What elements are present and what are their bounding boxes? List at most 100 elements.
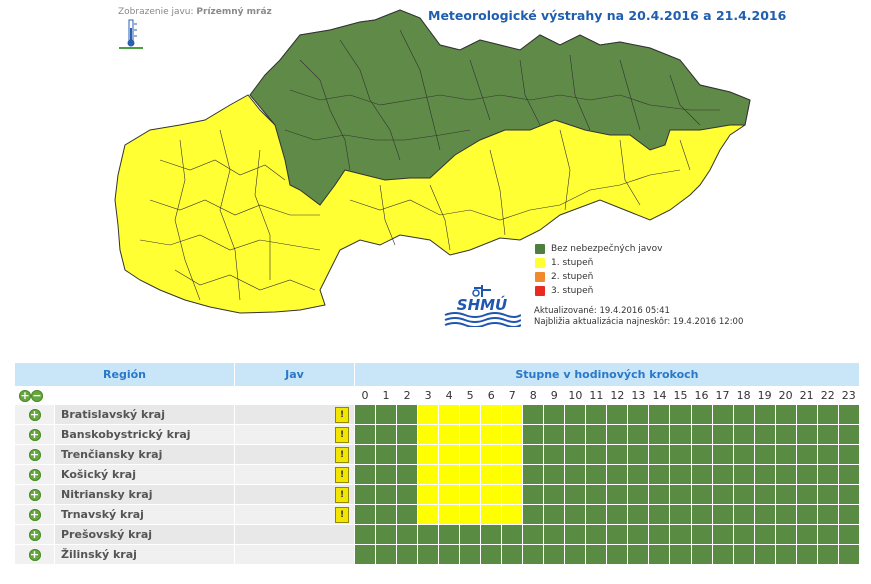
- hour-level-cell[interactable]: [837, 404, 860, 425]
- hour-level-cell[interactable]: [753, 444, 776, 465]
- hour-level-cell[interactable]: [522, 444, 545, 465]
- frost-warning-icon[interactable]: !: [335, 506, 349, 523]
- region-name[interactable]: Trenčiansky kraj: [54, 444, 235, 465]
- hour-level-cell[interactable]: [480, 464, 503, 485]
- hour-level-cell[interactable]: [606, 424, 629, 445]
- hour-level-cell[interactable]: [417, 404, 440, 425]
- region-name[interactable]: Košický kraj: [54, 464, 235, 485]
- hour-level-cell[interactable]: [795, 444, 818, 465]
- hour-level-cell[interactable]: [816, 464, 839, 485]
- hour-level-cell[interactable]: [375, 404, 398, 425]
- hour-level-cell[interactable]: [627, 444, 650, 465]
- hour-level-cell[interactable]: [353, 484, 377, 505]
- hour-level-cell[interactable]: [795, 524, 818, 545]
- hour-level-cell[interactable]: [627, 464, 650, 485]
- expand-row-icon[interactable]: +: [28, 549, 41, 561]
- region-name[interactable]: Banskobystrický kraj: [54, 424, 235, 445]
- hour-level-cell[interactable]: [353, 464, 377, 485]
- hour-level-cell[interactable]: [375, 424, 398, 445]
- hour-level-cell[interactable]: [648, 404, 671, 425]
- hour-level-cell[interactable]: [501, 544, 524, 565]
- hour-level-cell[interactable]: [585, 484, 608, 505]
- hour-level-cell[interactable]: [816, 484, 839, 505]
- hour-level-cell[interactable]: [690, 544, 713, 565]
- hour-level-cell[interactable]: [375, 444, 398, 465]
- hour-level-cell[interactable]: [795, 464, 818, 485]
- expand-all-icon[interactable]: +: [19, 390, 31, 402]
- hour-level-cell[interactable]: [501, 524, 524, 545]
- hour-level-cell[interactable]: [774, 504, 797, 525]
- hour-level-cell[interactable]: [606, 484, 629, 505]
- hour-level-cell[interactable]: [543, 484, 566, 505]
- hour-level-cell[interactable]: [459, 464, 482, 485]
- expand-row-icon[interactable]: +: [28, 509, 41, 521]
- hour-level-cell[interactable]: [711, 504, 734, 525]
- hour-level-cell[interactable]: [795, 484, 818, 505]
- hour-level-cell[interactable]: [396, 484, 419, 505]
- hour-level-cell[interactable]: [564, 464, 587, 485]
- hour-level-cell[interactable]: [480, 404, 503, 425]
- hour-level-cell[interactable]: [501, 444, 524, 465]
- hour-level-cell[interactable]: [795, 544, 818, 565]
- hour-level-cell[interactable]: [732, 504, 755, 525]
- hour-level-cell[interactable]: [816, 404, 839, 425]
- hour-level-cell[interactable]: [585, 424, 608, 445]
- hour-level-cell[interactable]: [627, 424, 650, 445]
- hour-level-cell[interactable]: [585, 404, 608, 425]
- hour-level-cell[interactable]: [353, 504, 377, 525]
- hour-level-cell[interactable]: [837, 524, 860, 545]
- hour-level-cell[interactable]: [669, 424, 692, 445]
- hour-level-cell[interactable]: [690, 404, 713, 425]
- hour-level-cell[interactable]: [480, 504, 503, 525]
- hour-level-cell[interactable]: [732, 484, 755, 505]
- hour-level-cell[interactable]: [816, 424, 839, 445]
- hour-level-cell[interactable]: [795, 404, 818, 425]
- hour-level-cell[interactable]: [396, 444, 419, 465]
- hour-level-cell[interactable]: [774, 544, 797, 565]
- hour-level-cell[interactable]: [585, 464, 608, 485]
- hour-level-cell[interactable]: [732, 424, 755, 445]
- hour-level-cell[interactable]: [585, 444, 608, 465]
- hour-level-cell[interactable]: [627, 524, 650, 545]
- hour-level-cell[interactable]: [522, 484, 545, 505]
- hour-level-cell[interactable]: [501, 484, 524, 505]
- hour-level-cell[interactable]: [585, 544, 608, 565]
- hour-level-cell[interactable]: [732, 524, 755, 545]
- hour-level-cell[interactable]: [648, 484, 671, 505]
- hour-level-cell[interactable]: [753, 404, 776, 425]
- hour-level-cell[interactable]: [837, 444, 860, 465]
- hour-level-cell[interactable]: [669, 404, 692, 425]
- hour-level-cell[interactable]: [753, 424, 776, 445]
- hour-level-cell[interactable]: [774, 404, 797, 425]
- hour-level-cell[interactable]: [627, 484, 650, 505]
- hour-level-cell[interactable]: [690, 484, 713, 505]
- hour-level-cell[interactable]: [543, 424, 566, 445]
- hour-level-cell[interactable]: [522, 504, 545, 525]
- hour-level-cell[interactable]: [669, 464, 692, 485]
- expand-row-icon[interactable]: +: [28, 489, 41, 501]
- hour-level-cell[interactable]: [711, 444, 734, 465]
- hour-level-cell[interactable]: [438, 544, 461, 565]
- hour-level-cell[interactable]: [501, 424, 524, 445]
- hour-level-cell[interactable]: [438, 524, 461, 545]
- hour-level-cell[interactable]: [816, 504, 839, 525]
- hour-level-cell[interactable]: [480, 484, 503, 505]
- hour-level-cell[interactable]: [459, 504, 482, 525]
- hour-level-cell[interactable]: [375, 544, 398, 565]
- hour-level-cell[interactable]: [522, 544, 545, 565]
- hour-level-cell[interactable]: [711, 404, 734, 425]
- hour-level-cell[interactable]: [396, 524, 419, 545]
- expand-row-icon[interactable]: +: [28, 449, 41, 461]
- hour-level-cell[interactable]: [438, 504, 461, 525]
- hour-level-cell[interactable]: [690, 444, 713, 465]
- hour-level-cell[interactable]: [669, 444, 692, 465]
- hour-level-cell[interactable]: [564, 484, 587, 505]
- hour-level-cell[interactable]: [774, 524, 797, 545]
- hour-level-cell[interactable]: [459, 404, 482, 425]
- hour-level-cell[interactable]: [606, 544, 629, 565]
- hour-level-cell[interactable]: [627, 544, 650, 565]
- hour-level-cell[interactable]: [648, 444, 671, 465]
- hour-level-cell[interactable]: [375, 524, 398, 545]
- hour-level-cell[interactable]: [690, 524, 713, 545]
- hour-level-cell[interactable]: [438, 404, 461, 425]
